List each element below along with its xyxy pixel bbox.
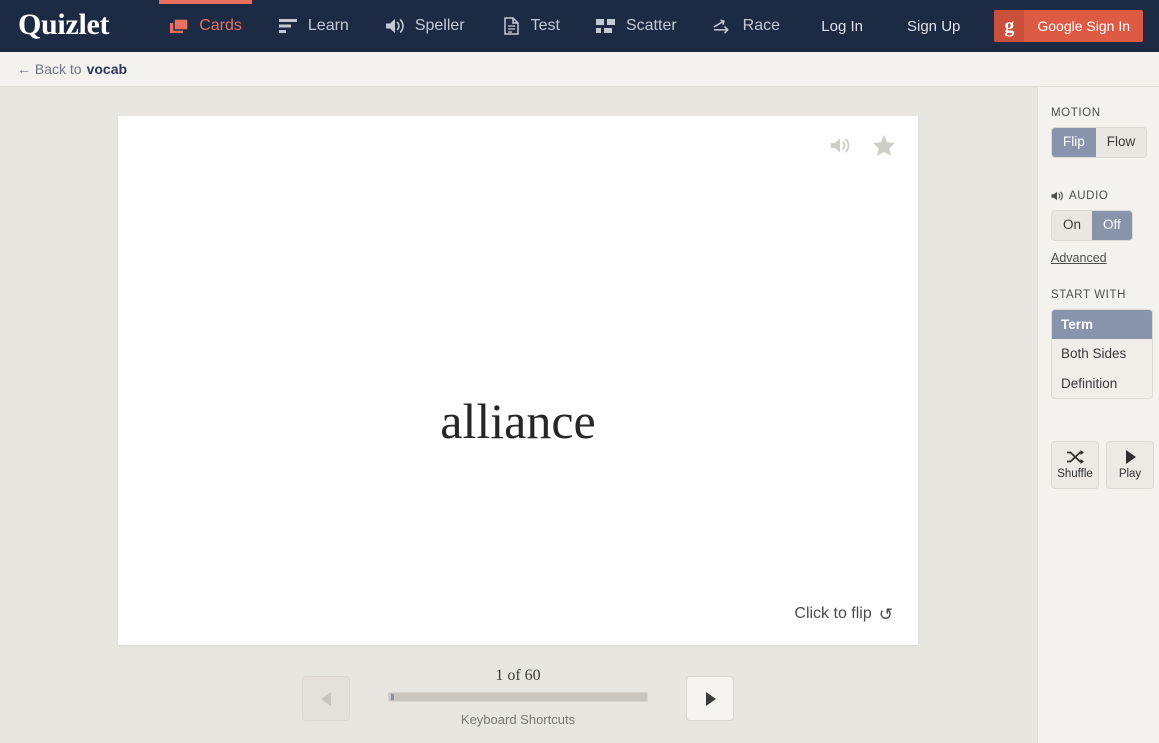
google-logo-icon: g (994, 10, 1025, 42)
start-with-option-term[interactable]: Term (1052, 309, 1152, 340)
auth-area: Log In Sign Up g Google Sign In (799, 10, 1143, 42)
scatter-icon (596, 17, 617, 36)
nav-item-speller[interactable]: Speller (367, 0, 483, 52)
quizlet-logo[interactable]: Quizlet (18, 9, 110, 43)
motion-option-flip[interactable]: Flip (1052, 128, 1096, 157)
previous-card-button[interactable] (302, 676, 350, 721)
cards-icon (169, 17, 190, 36)
audio-option-on[interactable]: On (1052, 211, 1092, 240)
nav-label-learn: Learn (307, 17, 349, 34)
speaker-icon[interactable] (830, 137, 852, 154)
back-arrow-icon: ← (17, 61, 31, 77)
start-with-option-definition[interactable]: Definition (1052, 369, 1152, 399)
nav-label-cards: Cards (199, 17, 242, 34)
start-with-option-both-sides[interactable]: Both Sides (1052, 339, 1152, 369)
card-tools (830, 134, 896, 157)
progress-knob[interactable] (391, 694, 394, 700)
flashcard-stage: alliance Click to flip ↺ 1 of 60 Keyboar… (0, 87, 1037, 743)
start-with-options: Term Both Sides Definition (1051, 308, 1153, 400)
card-counter: 1 of 60 (495, 667, 541, 684)
nav-item-learn[interactable]: Learn (260, 0, 367, 52)
top-navbar: Quizlet Cards Learn Speller Test Scatter… (0, 0, 1159, 52)
flashcard[interactable]: alliance Click to flip ↺ (118, 116, 918, 645)
race-icon (713, 17, 734, 36)
motion-toggle: Flip Flow (1051, 127, 1148, 158)
audio-option-off[interactable]: Off (1092, 210, 1132, 240)
google-sign-in-button[interactable]: g Google Sign In (994, 10, 1143, 42)
nav-item-scatter[interactable]: Scatter (578, 0, 695, 52)
card-term: alliance (440, 393, 596, 449)
motion-option-flow[interactable]: Flow (1096, 128, 1147, 157)
breadcrumb: ← Back to vocab (0, 52, 1159, 87)
play-label: Play (1118, 468, 1142, 481)
play-button[interactable]: Play (1106, 441, 1154, 490)
learn-icon (278, 17, 299, 36)
audio-label: AUDIO (1051, 190, 1159, 202)
shuffle-button[interactable]: Shuffle (1051, 441, 1099, 490)
motion-label-text: MOTION (1051, 107, 1101, 119)
speaker-icon (1051, 191, 1064, 201)
shuffle-label: Shuffle (1057, 468, 1093, 481)
shuffle-icon (1066, 450, 1084, 465)
progress-area: 1 of 60 Keyboard Shortcuts (388, 667, 648, 727)
motion-label: MOTION (1051, 107, 1159, 119)
back-link[interactable]: ← Back to (17, 61, 82, 77)
star-icon[interactable] (872, 134, 896, 157)
nav-label-test: Test (530, 17, 560, 34)
main-nav: Cards Learn Speller Test Scatter Race (151, 0, 798, 52)
play-icon (1124, 450, 1137, 465)
nav-item-test[interactable]: Test (483, 0, 578, 52)
nav-label-scatter: Scatter (625, 17, 677, 34)
audio-label-text: AUDIO (1069, 189, 1109, 202)
chevron-left-icon (320, 691, 331, 706)
nav-label-speller: Speller (414, 17, 465, 34)
nav-label-race: Race (742, 17, 781, 34)
start-with-label: START WITH (1051, 289, 1159, 301)
rotate-icon: ↺ (878, 604, 893, 624)
flip-hint-label: Click to flip (794, 605, 872, 622)
speaker-icon (385, 17, 406, 36)
signup-button[interactable]: Sign Up (885, 18, 982, 35)
nav-item-cards[interactable]: Cards (151, 0, 260, 52)
google-sign-in-label: Google Sign In (1037, 18, 1130, 34)
nav-item-race[interactable]: Race (695, 0, 798, 52)
login-button[interactable]: Log In (799, 18, 885, 35)
flip-hint[interactable]: Click to flip ↺ (794, 605, 893, 623)
start-with-label-text: START WITH (1051, 288, 1126, 301)
back-label: Back to (34, 61, 82, 77)
next-card-button[interactable] (686, 676, 734, 721)
audio-toggle: On Off (1051, 209, 1133, 241)
page-body: alliance Click to flip ↺ 1 of 60 Keyboar… (0, 87, 1159, 743)
keyboard-shortcuts-link[interactable]: Keyboard Shortcuts (388, 712, 648, 727)
action-buttons: Shuffle Play (1051, 441, 1159, 490)
advanced-link[interactable]: Advanced (1051, 251, 1107, 265)
options-sidebar: MOTION Flip Flow AUDIO On Off Advanced S… (1037, 87, 1159, 743)
chevron-right-icon (705, 691, 716, 706)
breadcrumb-set-name[interactable]: vocab (87, 61, 127, 77)
document-icon (501, 17, 522, 36)
card-navigation: 1 of 60 Keyboard Shortcuts (118, 667, 918, 727)
progress-bar[interactable] (388, 692, 648, 702)
